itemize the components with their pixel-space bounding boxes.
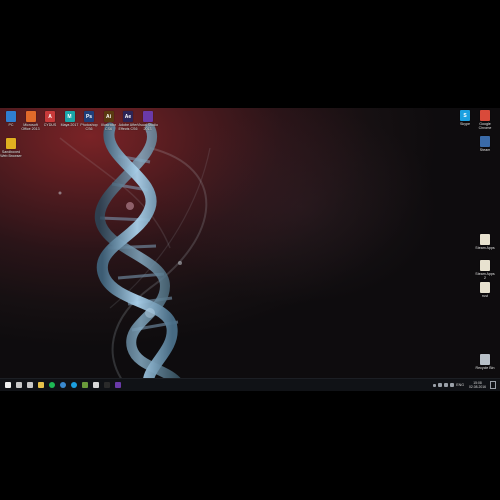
visual-studio-shortcut[interactable]: Visual Studio 2013 (137, 111, 159, 131)
illustrator-icon: Ai (103, 111, 114, 122)
skype-taskbar-icon (70, 382, 77, 388)
sandboxed-browser-icon (6, 138, 16, 149)
start-button-icon (4, 382, 11, 388)
cmd-icon (103, 382, 110, 388)
spotify-icon (48, 382, 55, 388)
chrome-taskbar-button[interactable] (57, 380, 68, 391)
cmd-button[interactable] (101, 380, 112, 391)
chrome-taskbar-icon (59, 382, 66, 388)
skype-shortcut[interactable]: S Skype (454, 110, 476, 126)
desktop[interactable]: PC Microsoft Office 2013 A CYDUS M Maya 2017 P… (0, 108, 500, 390)
steam-apps-icon (480, 234, 490, 245)
photoshop-icon: Ps (84, 111, 94, 122)
notification-icon[interactable] (490, 381, 496, 389)
file-explorer-button[interactable] (35, 380, 46, 391)
volume-icon[interactable] (444, 383, 449, 387)
media-player-button[interactable] (90, 380, 101, 391)
shortcut-label: Visual Studio 2013 (137, 123, 158, 132)
dna-wallpaper (58, 122, 211, 390)
clock[interactable]: 15:08 02.08.2016 (469, 381, 486, 389)
autocad-icon: A (45, 111, 55, 122)
shortcut-label: rust (482, 294, 488, 298)
chrome-icon (480, 110, 490, 121)
steam-apps-2-shortcut[interactable]: Steam Apps 2 (474, 260, 496, 280)
skype-icon: S (460, 110, 470, 121)
shortcut-label: Steam (479, 148, 491, 152)
battery-icon[interactable] (450, 383, 455, 387)
steam-apps-2-icon (480, 260, 490, 271)
spotify-button[interactable] (46, 380, 57, 391)
task-view-icon (26, 382, 33, 388)
task-view-button[interactable] (24, 380, 35, 391)
steam-shortcut[interactable]: Steam (474, 136, 496, 152)
visual-studio-taskbar-button[interactable] (112, 380, 123, 391)
network-icon[interactable] (438, 383, 443, 387)
shortcut-label: Sandboxed Web Browser (0, 150, 22, 159)
skype-taskbar-button[interactable] (68, 380, 79, 391)
language-indicator[interactable]: ENG (456, 383, 464, 387)
shortcut-label: Steam Apps (475, 246, 495, 250)
clock-date: 02.08.2016 (469, 385, 486, 389)
shortcut-label: Skype (460, 122, 470, 126)
after-effects-icon: Ae (123, 111, 133, 122)
shortcut-label: Steam Apps 2 (475, 272, 495, 281)
minecraft-icon (81, 382, 88, 388)
taskbar: ENG 15:08 02.08.2016 (0, 378, 500, 391)
visual-studio-taskbar-icon (114, 382, 121, 388)
search-button[interactable] (13, 380, 24, 391)
system-tray: ENG 15:08 02.08.2016 (433, 379, 496, 391)
shortcut-label: Google Chrome (478, 122, 492, 131)
steam-apps-shortcut[interactable]: Steam Apps (474, 234, 496, 250)
shortcut-label: Recycle Bin (475, 366, 495, 370)
this-pc-icon (6, 111, 16, 122)
steam-icon (480, 136, 490, 147)
chevron-up-icon[interactable] (433, 383, 437, 387)
minecraft-button[interactable] (79, 380, 90, 391)
sandboxed-browser-shortcut[interactable]: Sandboxed Web Browser (0, 138, 22, 158)
recycle-bin-icon (480, 354, 490, 365)
file-explorer-icon (37, 382, 44, 388)
office-icon (25, 111, 36, 122)
chrome-shortcut[interactable]: Google Chrome (474, 110, 496, 130)
start-button-button[interactable] (2, 380, 13, 391)
rust-icon (480, 282, 490, 293)
visual-studio-icon (142, 111, 153, 122)
media-player-icon (92, 382, 99, 388)
maya-icon: M (64, 111, 75, 122)
recycle-bin-shortcut[interactable]: Recycle Bin (474, 354, 496, 370)
search-icon (15, 382, 22, 388)
rust-shortcut[interactable]: rust (474, 282, 496, 298)
